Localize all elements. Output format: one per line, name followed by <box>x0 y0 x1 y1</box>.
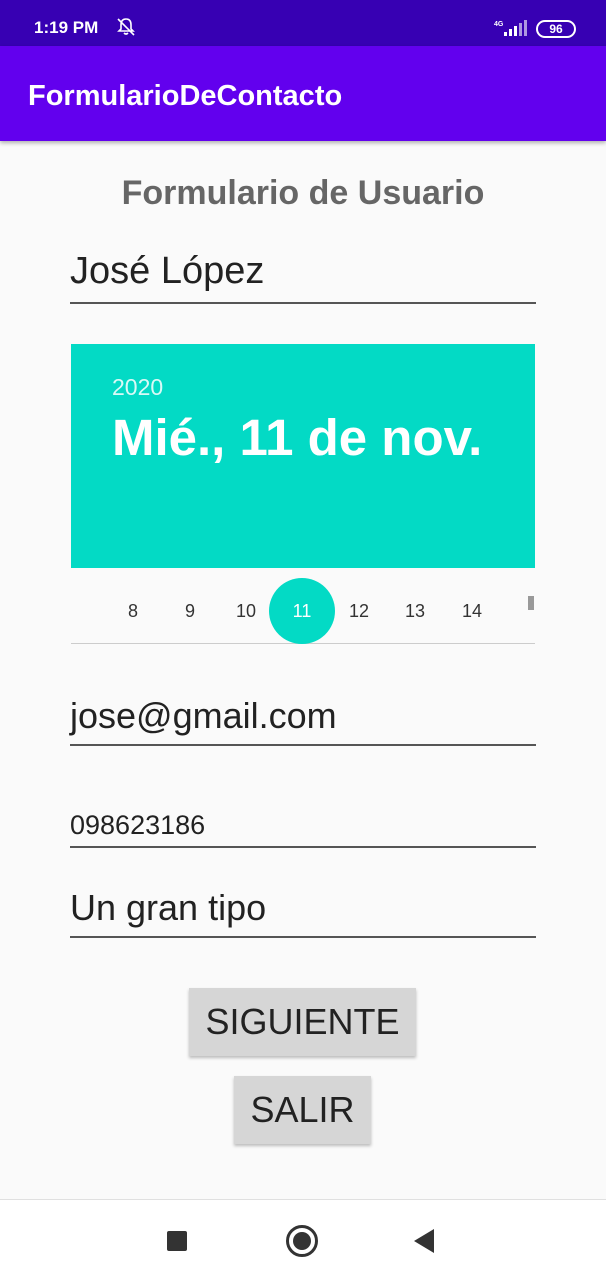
app-bar: FormularioDeContacto <box>0 46 606 141</box>
navigation-bar <box>0 1199 606 1280</box>
back-icon[interactable] <box>414 1229 434 1253</box>
recents-icon[interactable] <box>167 1231 187 1251</box>
form-title: Formulario de Usuario <box>121 174 485 212</box>
network-type: 4G <box>494 21 504 28</box>
scroll-thumb[interactable] <box>528 596 534 610</box>
status-time: 1:19 PM <box>34 18 99 37</box>
description-field[interactable]: Un gran tipo <box>70 887 536 938</box>
date-picker-header: 2020 Mié., 11 de nov. <box>71 344 535 568</box>
bell-off-icon <box>117 18 135 36</box>
exit-button[interactable]: SALIR <box>234 1076 371 1144</box>
day-10[interactable]: 10 <box>213 589 279 655</box>
description-value: Un gran tipo <box>70 887 267 928</box>
signal-icon: 4G <box>494 20 527 36</box>
day-strip[interactable]: 8 9 10 11 12 13 14 <box>71 568 535 644</box>
day-14[interactable]: 14 <box>439 589 505 655</box>
date-year[interactable]: 2020 <box>112 374 163 401</box>
home-icon[interactable] <box>286 1225 318 1257</box>
app-title: FormularioDeContacto <box>28 80 343 112</box>
next-button[interactable]: SIGUIENTE <box>189 988 416 1056</box>
phone-value: 098623186 <box>70 810 206 840</box>
name-field[interactable]: José López <box>70 250 536 304</box>
status-bar: 1:19 PM 4G 96 <box>0 0 606 46</box>
email-value: jose@gmail.com <box>70 695 337 736</box>
phone-field[interactable]: 098623186 <box>70 810 536 848</box>
name-value: José López <box>70 250 265 292</box>
date-selected-label[interactable]: Mié., 11 de nov. <box>112 406 492 470</box>
battery-icon: 96 <box>536 20 576 38</box>
email-field[interactable]: jose@gmail.com <box>70 695 536 746</box>
